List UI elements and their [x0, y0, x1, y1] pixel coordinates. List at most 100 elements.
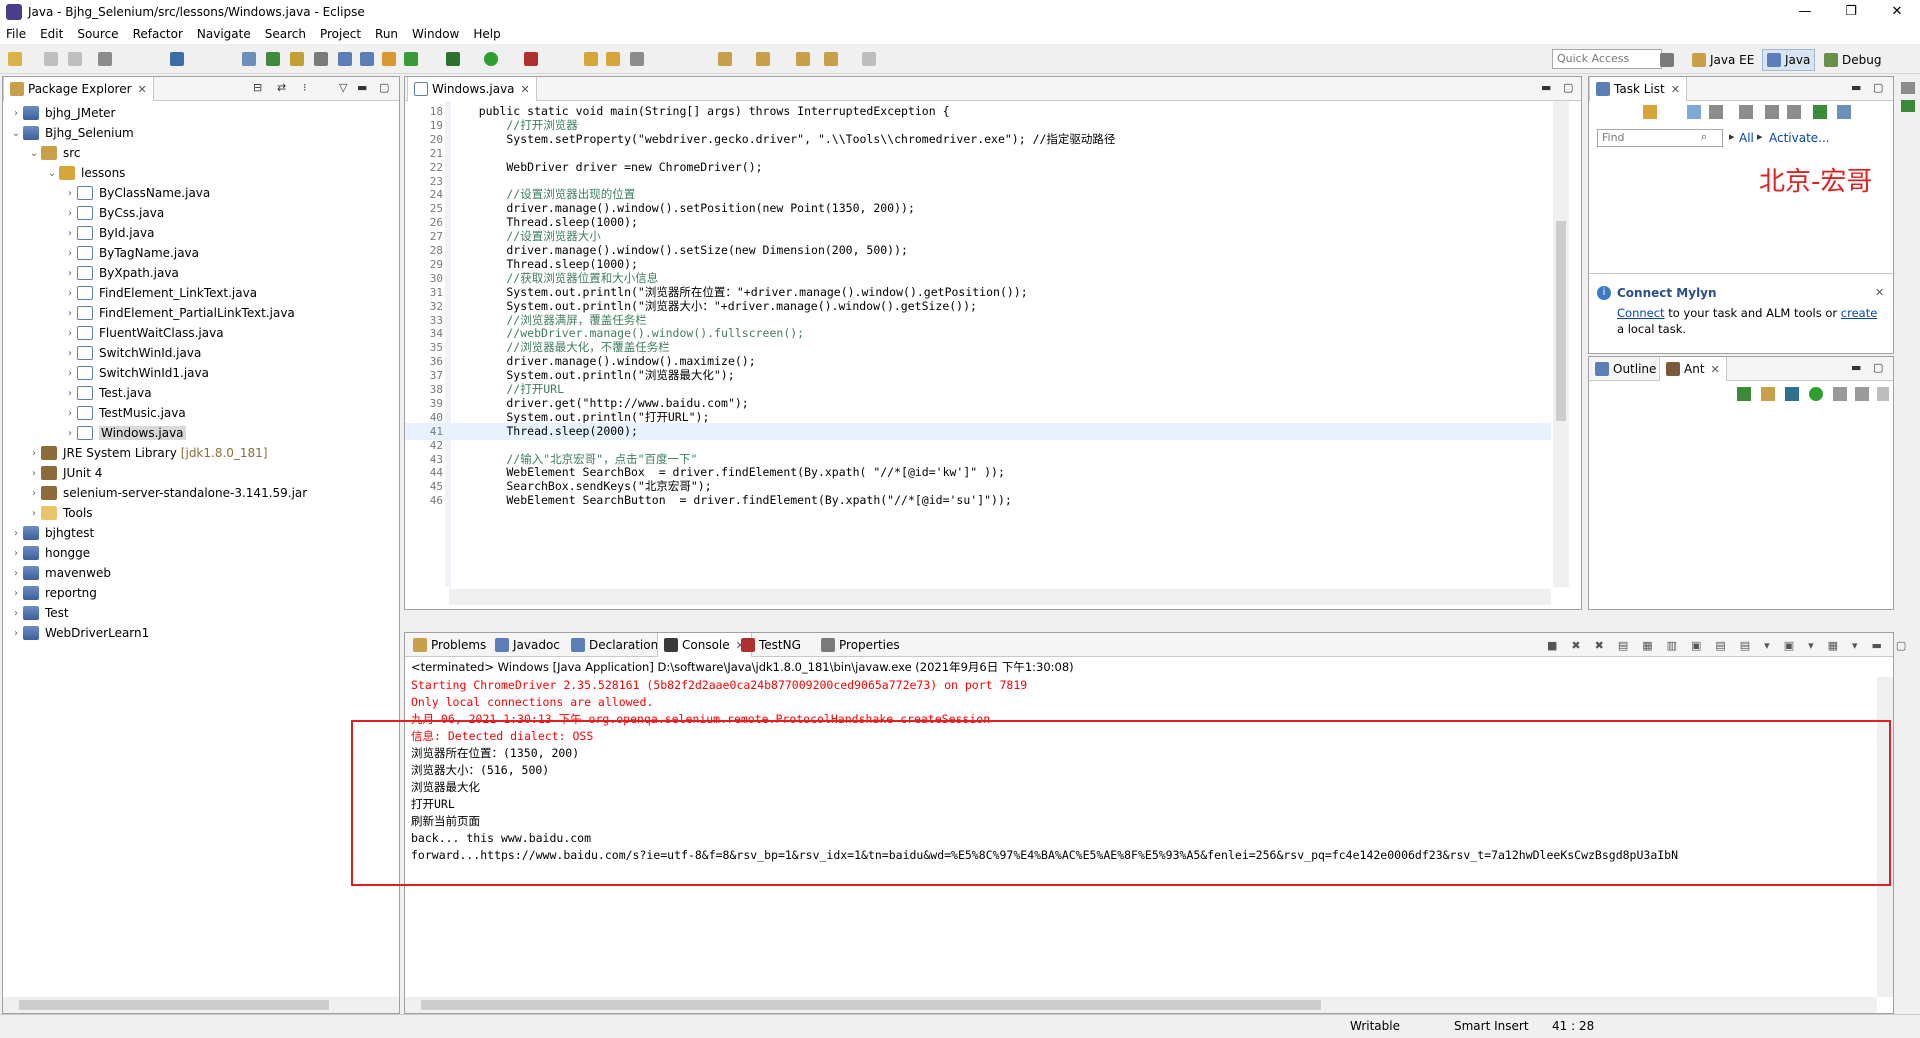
mylyn-connect-link[interactable]: Connect	[1617, 306, 1665, 320]
forward-icon[interactable]	[862, 52, 876, 66]
tab-javadoc[interactable]: Javadoc	[489, 633, 566, 657]
chevron-right-icon[interactable]: ›	[27, 488, 41, 499]
tab-windows-java[interactable]: Windows.java ✕	[407, 77, 537, 101]
tree-item[interactable]: ›bjhg_JMeter	[9, 103, 115, 123]
focus-icon[interactable]	[1739, 105, 1753, 119]
menu-refactor[interactable]: Refactor	[133, 27, 183, 41]
chevron-down-icon[interactable]: ⌄	[27, 148, 41, 159]
tree-item[interactable]: ›WebDriverLearn1	[9, 623, 149, 643]
chevron-right-icon[interactable]: ›	[27, 508, 41, 519]
menu-run[interactable]: Run	[375, 27, 398, 41]
tree-item[interactable]: ›ByClassName.java	[63, 183, 210, 203]
view-menu-chevron-icon[interactable]: ▽	[339, 81, 347, 94]
chevron-right-icon[interactable]: ›	[63, 208, 77, 219]
chevron-down-icon[interactable]: ⌄	[9, 128, 23, 139]
chevron-right-icon[interactable]: ›	[63, 408, 77, 419]
tab-outline[interactable]: Outline	[1589, 357, 1662, 381]
tree-item[interactable]: ›FluentWaitClass.java	[63, 323, 224, 343]
chevron-right-icon[interactable]: ›	[27, 468, 41, 479]
maximize-view-icon[interactable]: ▢	[1563, 81, 1573, 94]
tree-item[interactable]: ⌄Bjhg_Selenium	[9, 123, 134, 143]
maximize-view-icon[interactable]: ▢	[1873, 81, 1883, 94]
close-tab-icon[interactable]: ✕	[1711, 363, 1720, 376]
tree-item[interactable]: ›reportng	[9, 583, 97, 603]
hide-internal-icon[interactable]	[1785, 387, 1799, 401]
tree-item[interactable]: ›SwitchWinId.java	[63, 343, 201, 363]
menu-edit[interactable]: Edit	[40, 27, 63, 41]
tree-item[interactable]: ›FindElement_PartialLinkText.java	[63, 303, 295, 323]
tree-item[interactable]: ›Windows.java	[63, 423, 186, 443]
chevron-right-icon[interactable]: ›	[63, 428, 77, 439]
chevron-right-icon[interactable]: ›	[9, 628, 23, 639]
open-task-icon[interactable]	[606, 52, 620, 66]
close-tab-icon[interactable]: ✕	[138, 83, 147, 96]
chevron-right-icon[interactable]: ›	[63, 348, 77, 359]
close-tab-icon[interactable]: ✕	[1671, 83, 1680, 96]
maximize-view-icon[interactable]: ▢	[1873, 361, 1883, 374]
chevron-right-icon[interactable]: ›	[63, 368, 77, 379]
menu-navigate[interactable]: Navigate	[197, 27, 251, 41]
chevron-right-icon[interactable]: ›	[9, 528, 23, 539]
tree-item[interactable]: ⌄src	[27, 143, 81, 163]
open-perspective-icon[interactable]	[1660, 53, 1674, 67]
task-filter-all-link[interactable]: All	[1739, 131, 1754, 145]
menu-source[interactable]: Source	[77, 27, 118, 41]
tree-item[interactable]: ›ByCss.java	[63, 203, 164, 223]
perspective-debug[interactable]: Debug	[1820, 49, 1885, 71]
minimize-view-icon[interactable]: ▬	[1851, 81, 1861, 94]
tree-item[interactable]: ›SwitchWinId1.java	[63, 363, 209, 383]
debug-icon[interactable]	[446, 52, 460, 66]
tree-item[interactable]: ›Test	[9, 603, 69, 623]
run-target-icon[interactable]	[1809, 387, 1823, 401]
tab-testng[interactable]: TestNG	[735, 633, 807, 657]
chevron-right-icon[interactable]: ›	[9, 588, 23, 599]
tab-properties[interactable]: Properties	[815, 633, 906, 657]
tree-item[interactable]: ›ByTagName.java	[63, 243, 199, 263]
close-tab-icon[interactable]: ✕	[521, 83, 530, 96]
view-menu-icon[interactable]	[1837, 105, 1851, 119]
tree-item[interactable]: ›JUnit 4	[27, 463, 102, 483]
external-tools-icon[interactable]	[524, 52, 538, 66]
terminal-icon[interactable]	[170, 52, 184, 66]
next-annotation-icon[interactable]	[718, 52, 732, 66]
restore-button[interactable]: ❐	[1828, 0, 1874, 24]
chevron-right-icon[interactable]: ›	[63, 288, 77, 299]
tree-item[interactable]: ›TestMusic.java	[63, 403, 186, 423]
chevron-right-icon[interactable]: ›	[63, 248, 77, 259]
chevron-down-icon[interactable]: ⌄	[45, 168, 59, 179]
view-menu-icon[interactable]	[1877, 387, 1889, 401]
block-select-icon[interactable]	[314, 52, 328, 66]
activate-task-link[interactable]: Activate...	[1769, 131, 1830, 145]
horizontal-scrollbar[interactable]	[3, 997, 399, 1013]
save-all-icon[interactable]	[68, 52, 82, 66]
quick-access-input[interactable]: Quick Access	[1552, 49, 1662, 69]
remove-icon[interactable]	[1833, 387, 1847, 401]
highlight-icon[interactable]	[290, 52, 304, 66]
chevron-right-icon[interactable]: ›	[63, 388, 77, 399]
add-buildfile-icon[interactable]	[1737, 387, 1751, 401]
minimize-view-icon[interactable]: ▬	[1851, 361, 1861, 374]
show-whitespace-icon[interactable]	[338, 52, 352, 66]
last-edit-icon[interactable]	[796, 52, 810, 66]
tree-item[interactable]: ›FindElement_LinkText.java	[63, 283, 257, 303]
maximize-view-icon[interactable]: ▢	[379, 81, 389, 94]
tree-item[interactable]: ›ById.java	[63, 223, 154, 243]
menu-search[interactable]: Search	[265, 27, 306, 41]
new-class-icon[interactable]	[404, 52, 418, 66]
scheduled-icon[interactable]	[1709, 105, 1723, 119]
tree-item[interactable]: ›Tools	[27, 503, 93, 523]
search-icon[interactable]	[630, 52, 644, 66]
tree-item[interactable]: ›JRE System Library[jdk1.8.0_181]	[27, 443, 268, 463]
close-button[interactable]: ✕	[1874, 0, 1920, 24]
synchronize-icon[interactable]	[1813, 105, 1827, 119]
categorized-icon[interactable]	[1687, 105, 1701, 119]
menu-window[interactable]: Window	[412, 27, 459, 41]
mylyn-create-link[interactable]: create	[1841, 306, 1878, 320]
view-menu-icon[interactable]: ⁝	[303, 81, 307, 94]
save-icon[interactable]	[44, 52, 58, 66]
console-horizontal-scrollbar[interactable]	[405, 997, 1877, 1013]
chevron-right-icon[interactable]: ›	[63, 308, 77, 319]
tab-problems[interactable]: Problems	[407, 633, 492, 657]
search-buildfile-icon[interactable]	[1761, 387, 1775, 401]
chevron-right-icon[interactable]: ›	[63, 188, 77, 199]
